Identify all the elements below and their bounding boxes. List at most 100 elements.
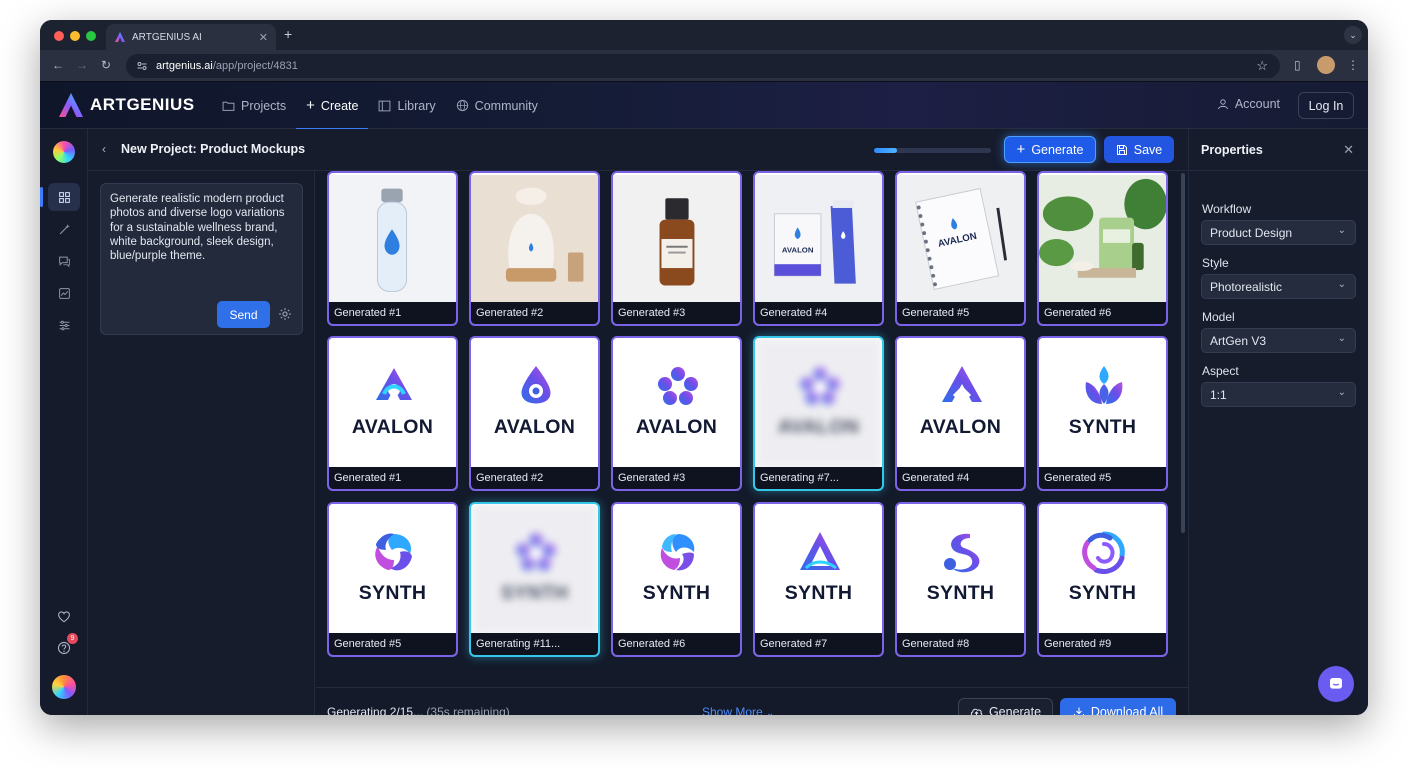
brand-logo[interactable]: ARTGENIUS — [58, 92, 195, 118]
nav-projects[interactable]: Projects — [212, 82, 296, 129]
logo-wordmark: AVALON — [351, 416, 434, 438]
browser-menu-icon[interactable]: ⋮ — [1347, 58, 1359, 72]
bookmark-star-icon[interactable]: ☆ — [1256, 58, 1268, 74]
tab-search-chevron-icon[interactable]: ⌄ — [1344, 26, 1362, 44]
logo-mark-icon — [512, 530, 560, 579]
save-button[interactable]: Save — [1104, 136, 1174, 163]
result-caption: Generated #2 — [471, 302, 598, 324]
generate-button[interactable]: + Generate — [1004, 136, 1096, 163]
prompt-input[interactable]: Generate realistic modern product photos… — [100, 183, 303, 335]
aspect-select[interactable]: 1:1 ⌄ — [1201, 382, 1356, 407]
grid-scrollbar[interactable] — [1181, 173, 1185, 533]
result-caption: Generated #9 — [1039, 633, 1166, 655]
close-tab-icon[interactable]: ✕ — [259, 31, 268, 44]
workspace-avatar[interactable] — [53, 141, 75, 163]
product-thumbnail: AVALON — [755, 173, 882, 304]
brand-name: ARTGENIUS — [90, 95, 195, 114]
result-card[interactable]: Generated #6 — [1037, 171, 1168, 326]
rail-favorites-button[interactable] — [48, 602, 80, 630]
product-thumbnail — [329, 173, 456, 304]
result-card[interactable]: SYNTH Generated #6 — [611, 502, 742, 657]
logo-mark-icon — [654, 530, 702, 579]
result-card[interactable]: SYNTH Generated #7 — [753, 502, 884, 657]
account-link[interactable]: Account — [1217, 97, 1280, 111]
result-card[interactable]: AVALON Generated #5 — [895, 171, 1026, 326]
pending-result-card[interactable]: SYNTH Generating #11... — [469, 502, 600, 657]
result-card[interactable]: SYNTH Generated #9 — [1037, 502, 1168, 657]
back-arrow-icon[interactable]: ← — [52, 58, 64, 72]
result-card[interactable]: Generated #1 — [327, 171, 458, 326]
site-settings-icon[interactable] — [136, 60, 148, 72]
result-card[interactable]: AVALON Generated #4 — [895, 336, 1026, 491]
logo-wordmark: SYNTH — [1068, 416, 1137, 438]
maximize-window-dot[interactable] — [86, 31, 96, 41]
result-card[interactable]: Generated #3 — [611, 171, 742, 326]
logo-thumbnail: AVALON — [613, 338, 740, 469]
heart-icon — [58, 610, 70, 622]
chevron-down-icon: ⌄ — [766, 708, 775, 715]
plus-icon: + — [1016, 141, 1026, 158]
forward-arrow-icon[interactable]: → — [76, 58, 88, 72]
model-value: ArtGen V3 — [1210, 333, 1267, 348]
logo-thumbnail: SYNTH — [1039, 504, 1166, 635]
logo-mark-icon — [1080, 364, 1128, 413]
reload-icon[interactable]: ↻ — [101, 58, 111, 72]
profile-avatar[interactable] — [1317, 56, 1335, 74]
result-card[interactable]: AVALON Generated #1 — [327, 336, 458, 491]
url-host: artgenius.ai — [156, 60, 213, 72]
result-card[interactable]: SYNTH Generated #5 — [1037, 336, 1168, 491]
result-card[interactable]: AVALON Generated #3 — [611, 336, 742, 491]
library-icon — [379, 100, 391, 111]
user-avatar[interactable] — [52, 675, 76, 699]
result-card[interactable]: Generated #2 — [469, 171, 600, 326]
logo-mark-icon — [1080, 530, 1128, 579]
logo-thumbnail: SYNTH — [755, 504, 882, 635]
nav-community[interactable]: Community — [446, 82, 548, 129]
result-card[interactable]: SYNTH Generated #5 — [327, 502, 458, 657]
side-panel-icon[interactable]: ▯ — [1294, 58, 1301, 72]
nav-create[interactable]: + Create — [296, 82, 369, 130]
rail-settings-button[interactable] — [48, 311, 80, 339]
back-chevron-icon[interactable]: ‹ — [102, 142, 106, 156]
pending-result-card[interactable]: AVALON Generating #7... — [753, 336, 884, 491]
rail-magic-button[interactable] — [48, 215, 80, 243]
model-select[interactable]: ArtGen V3 ⌄ — [1201, 328, 1356, 353]
result-card[interactable]: AVALON Generated #2 — [469, 336, 600, 491]
workflow-value: Product Design — [1210, 225, 1293, 240]
workflow-label: Workflow — [1202, 202, 1252, 216]
show-more-button[interactable]: Show More ⌄ — [702, 705, 774, 715]
nav-library[interactable]: Library — [368, 82, 445, 129]
rail-chat-button[interactable] — [48, 247, 80, 275]
aspect-label: Aspect — [1202, 364, 1239, 378]
globe-icon — [456, 99, 468, 112]
send-button[interactable]: Send — [217, 301, 270, 328]
download-all-button[interactable]: Download All — [1060, 698, 1176, 715]
rail-analytics-button[interactable] — [48, 279, 80, 307]
app-header: ARTGENIUS Projects + Create Library Comm… — [40, 82, 1368, 130]
browser-tab-bar: ARTGENIUS AI ✕ + ⌄ — [40, 20, 1368, 50]
result-card[interactable]: SYNTH Generated #8 — [895, 502, 1026, 657]
result-card[interactable]: AVALON Generated #4 — [753, 171, 884, 326]
minimize-window-dot[interactable] — [70, 31, 80, 41]
address-bar[interactable]: artgenius.ai/app/project/4831 ☆ — [126, 54, 1280, 78]
browser-tab[interactable]: ARTGENIUS AI ✕ — [106, 24, 276, 50]
style-select[interactable]: Photorealistic ⌄ — [1201, 274, 1356, 299]
support-chat-button[interactable] — [1318, 666, 1354, 702]
logo-thumbnail: AVALON — [897, 338, 1024, 469]
favicon-icon — [115, 32, 125, 42]
result-caption: Generated #5 — [897, 302, 1024, 324]
properties-title: Properties — [1201, 143, 1263, 157]
workflow-select[interactable]: Product Design ⌄ — [1201, 220, 1356, 245]
close-icon[interactable]: ✕ — [1343, 142, 1354, 158]
gear-icon[interactable] — [278, 307, 292, 321]
chevron-down-icon: ⌄ — [1337, 387, 1346, 398]
logo-wordmark: SYNTH — [500, 582, 569, 604]
close-window-dot[interactable] — [54, 31, 64, 41]
new-tab-icon[interactable]: + — [284, 26, 292, 42]
login-button[interactable]: Log In — [1298, 92, 1354, 119]
footer-generate-button[interactable]: Generate — [958, 698, 1053, 715]
logo-thumbnail: SYNTH — [471, 504, 598, 635]
magic-wand-icon — [59, 223, 70, 234]
rail-grid-button[interactable] — [40, 183, 80, 211]
logo-wordmark: SYNTH — [926, 582, 995, 604]
